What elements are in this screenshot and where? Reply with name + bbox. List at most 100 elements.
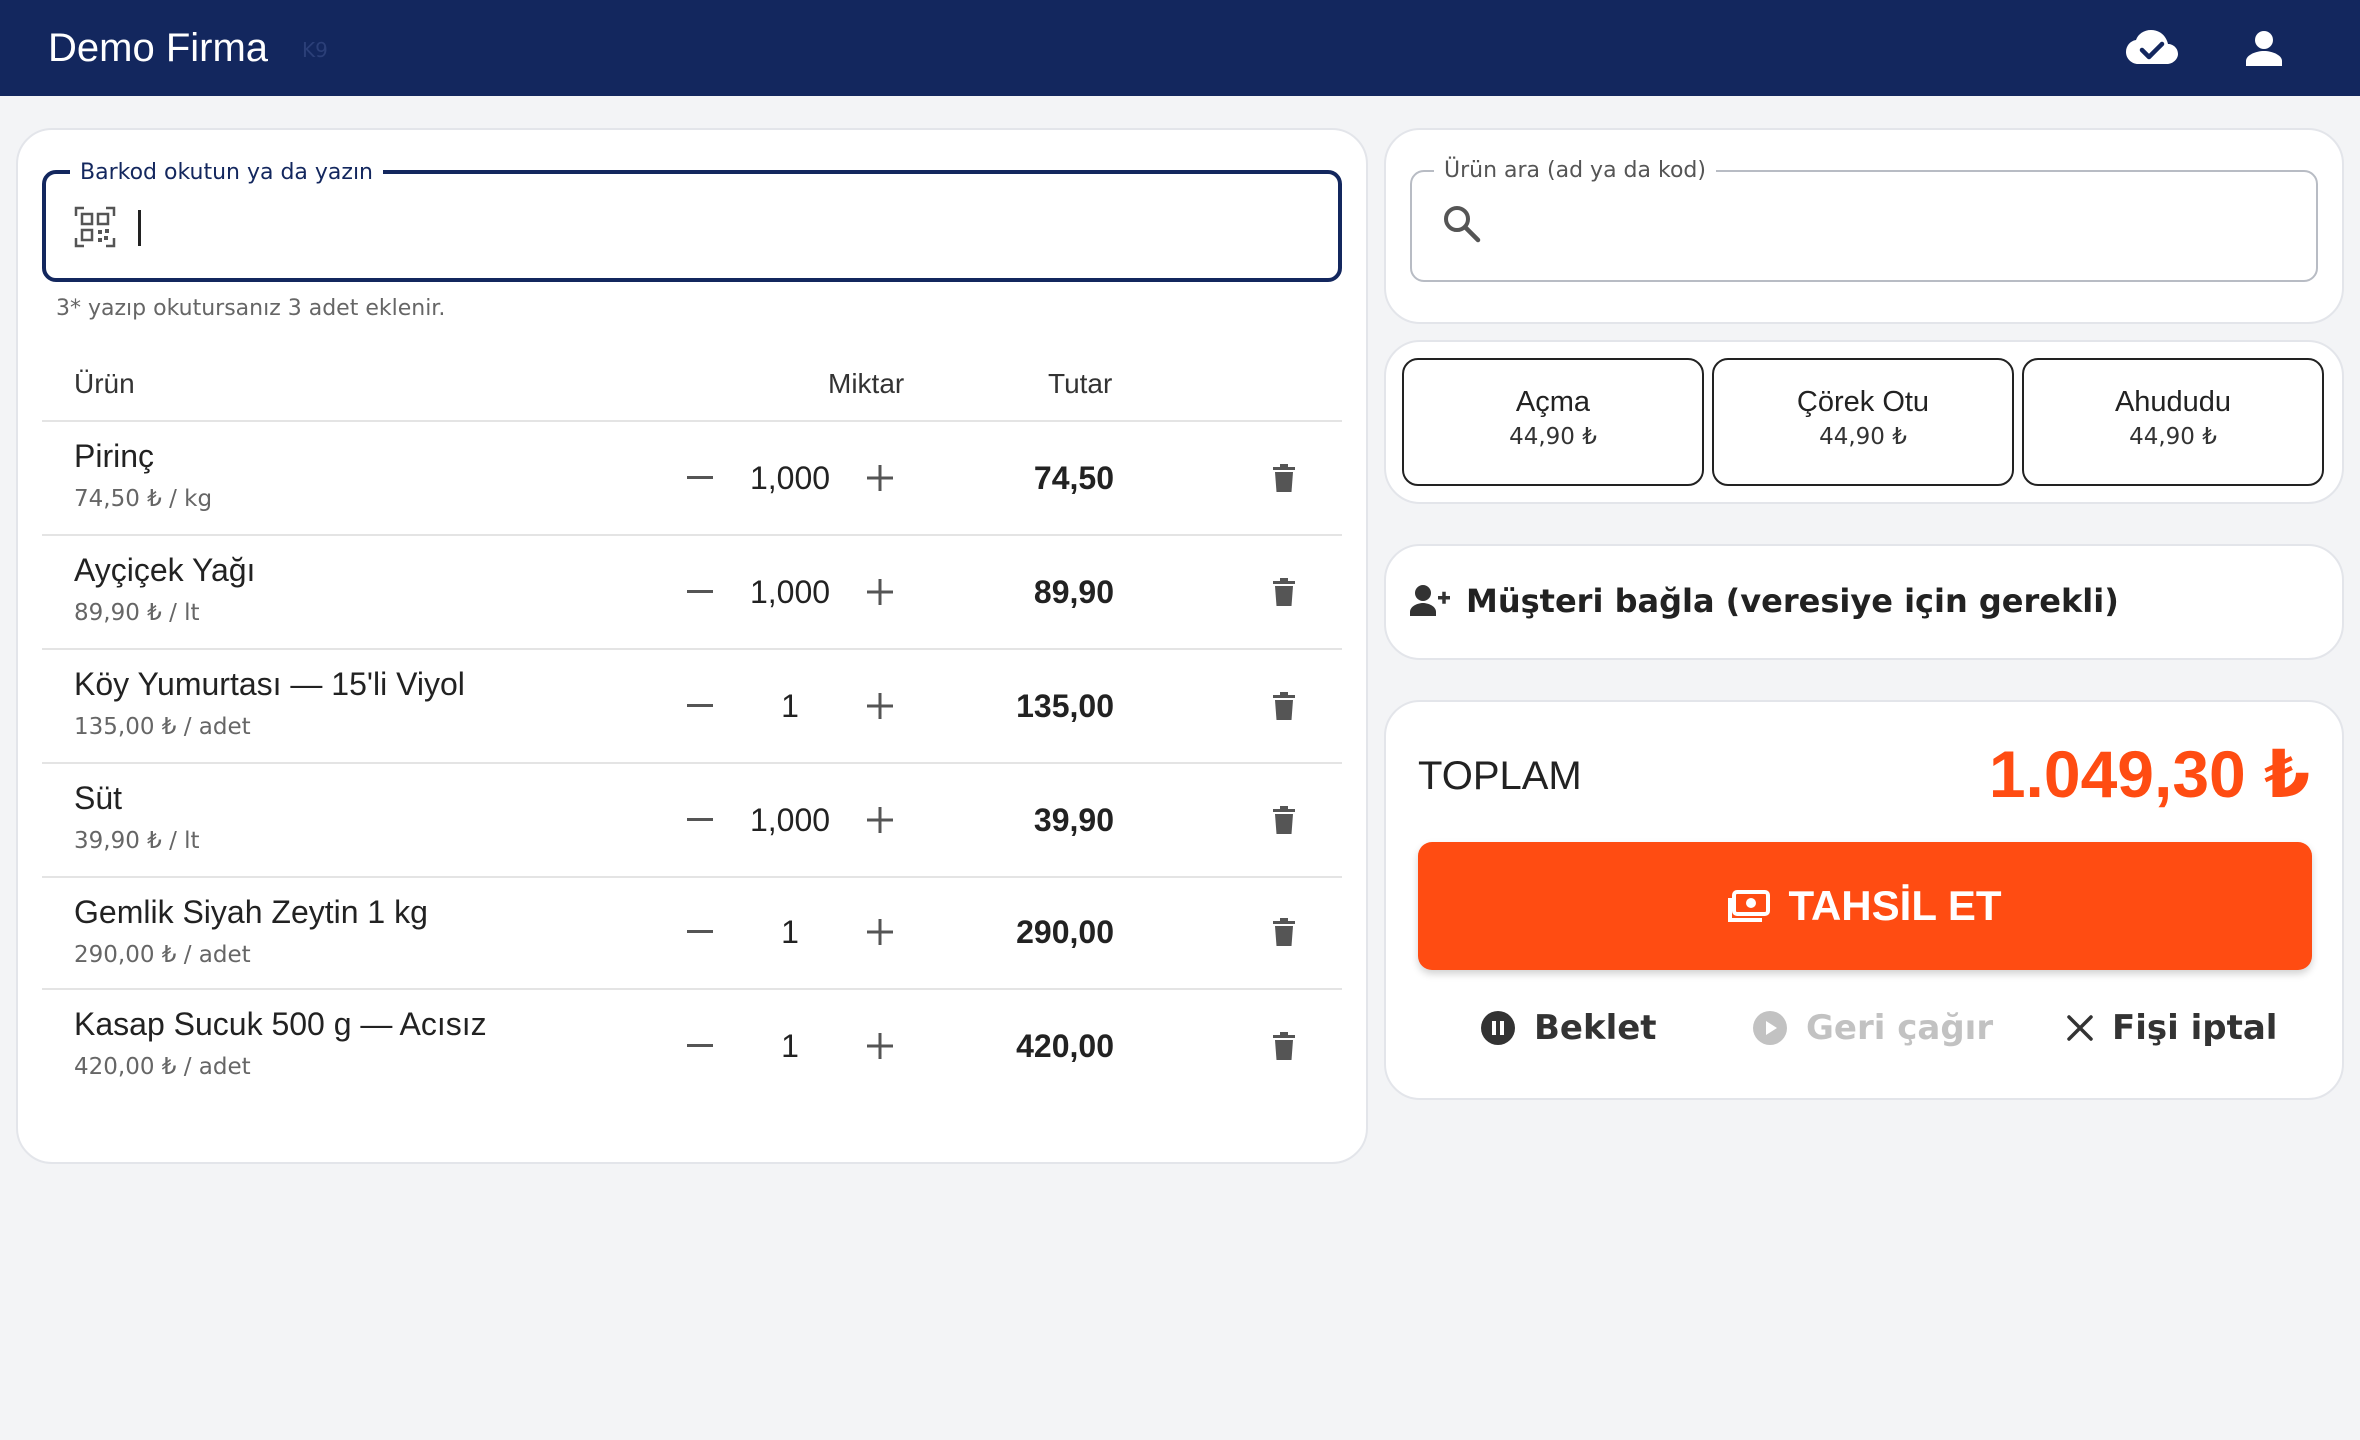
quick-item-name: Çörek Otu	[1796, 386, 1930, 418]
search-input-label: Ürün ara (ad ya da kod)	[1434, 158, 1716, 183]
quick-item-button[interactable]: Ahududu 44,90 ₺	[2022, 358, 2324, 486]
column-header-product: Ürün	[74, 368, 135, 399]
unit-price: 290,00 ₺ / adet	[74, 942, 251, 968]
plus-icon	[867, 807, 893, 833]
quantity-value: 1	[781, 1028, 799, 1064]
plus-icon	[867, 579, 893, 605]
divider	[42, 762, 1342, 764]
minus-icon	[687, 590, 713, 593]
plus-icon	[867, 693, 893, 719]
plus-icon	[867, 465, 893, 491]
trash-icon	[1273, 464, 1295, 492]
hold-label: Beklet	[1534, 1008, 1657, 1048]
quick-item-price: 44,90 ₺	[2129, 424, 2217, 450]
decrease-quantity-button[interactable]	[676, 682, 724, 730]
link-customer-label: Müşteri bağla (veresiye için gerekli)	[1466, 582, 2119, 620]
text-caret	[138, 210, 141, 246]
quick-item-name: Açma	[1515, 386, 1591, 418]
divider	[42, 420, 1342, 422]
divider	[42, 648, 1342, 650]
line-total: 135,00	[1016, 688, 1114, 724]
barcode-input-label: Barkod okutun ya da yazın	[70, 160, 384, 185]
total-label: TOPLAM	[1418, 754, 1582, 798]
decrease-quantity-button[interactable]	[676, 908, 724, 956]
recall-button[interactable]: Geri çağır	[1752, 1000, 1993, 1056]
product-name: Köy Yumurtası — 15'li Viyol	[74, 666, 465, 702]
delete-row-button[interactable]	[1260, 682, 1308, 730]
total-amount: 1.049,30 ₺	[1988, 737, 2310, 811]
quick-item-button[interactable]: Çörek Otu 44,90 ₺	[1712, 358, 2014, 486]
trash-icon	[1273, 692, 1295, 720]
cancel-receipt-button[interactable]: Fişi iptal	[2066, 1000, 2277, 1056]
pause-circle-icon	[1481, 1011, 1515, 1045]
increase-quantity-button[interactable]	[856, 454, 904, 502]
line-total: 420,00	[1016, 1028, 1114, 1064]
increase-quantity-button[interactable]	[856, 908, 904, 956]
quick-item-name: Ahududu	[2114, 386, 2232, 418]
line-total: 290,00	[1016, 914, 1114, 950]
increase-quantity-button[interactable]	[856, 568, 904, 616]
quick-item-button[interactable]: Açma 44,90 ₺	[1402, 358, 1704, 486]
plus-icon	[867, 919, 893, 945]
product-name: Kasap Sucuk 500 g — Acısız	[74, 1006, 487, 1042]
plus-icon	[867, 1033, 893, 1059]
cloud-done-icon	[2126, 30, 2178, 64]
recall-label: Geri çağır	[1806, 1008, 1994, 1048]
decrease-quantity-button[interactable]	[676, 1022, 724, 1070]
app-title: Demo Firma	[48, 26, 269, 70]
barcode-input[interactable]: Barkod okutun ya da yazın	[42, 160, 1342, 282]
column-header-amount: Tutar	[1048, 368, 1113, 399]
register-badge: K9	[302, 38, 328, 62]
quantity-value: 1	[781, 914, 799, 950]
quantity-value: 1,000	[749, 802, 831, 838]
increase-quantity-button[interactable]	[856, 1022, 904, 1070]
product-name: Süt	[74, 780, 123, 816]
product-name: Pirinç	[74, 438, 155, 474]
trash-icon	[1273, 806, 1295, 834]
decrease-quantity-button[interactable]	[676, 454, 724, 502]
hold-button[interactable]: Beklet	[1480, 1000, 1657, 1056]
quantity-value: 1,000	[749, 460, 831, 496]
column-header-quantity: Miktar	[828, 368, 905, 399]
minus-icon	[687, 818, 713, 821]
line-total: 89,90	[1033, 574, 1114, 610]
trash-icon	[1273, 918, 1295, 946]
delete-row-button[interactable]	[1260, 908, 1308, 956]
unit-price: 420,00 ₺ / adet	[74, 1054, 251, 1080]
trash-icon	[1273, 578, 1295, 606]
search-icon	[1444, 206, 1481, 243]
minus-icon	[687, 704, 713, 707]
decrease-quantity-button[interactable]	[676, 568, 724, 616]
minus-icon	[687, 476, 713, 479]
product-name: Gemlik Siyah Zeytin 1 kg	[74, 894, 428, 930]
unit-price: 135,00 ₺ / adet	[74, 714, 251, 740]
increase-quantity-button[interactable]	[856, 796, 904, 844]
collect-payment-button[interactable]: TAHSİL ET	[1418, 842, 2312, 970]
divider	[42, 534, 1342, 536]
delete-row-button[interactable]	[1260, 454, 1308, 502]
decrease-quantity-button[interactable]	[676, 796, 724, 844]
barcode-hint: 3* yazıp okutursanız 3 adet eklenir.	[56, 296, 446, 321]
delete-row-button[interactable]	[1260, 1022, 1308, 1070]
quantity-value: 1,000	[749, 574, 831, 610]
product-name: Ayçiçek Yağı	[74, 552, 256, 588]
cancel-receipt-label: Fişi iptal	[2112, 1008, 2278, 1048]
account-icon	[2246, 31, 2282, 66]
person-add-icon	[1410, 585, 1450, 616]
divider	[42, 988, 1342, 990]
minus-icon	[687, 1044, 713, 1047]
delete-row-button[interactable]	[1260, 568, 1308, 616]
payments-icon	[1728, 890, 1771, 922]
close-icon	[2067, 1015, 2093, 1041]
increase-quantity-button[interactable]	[856, 682, 904, 730]
minus-icon	[687, 930, 713, 933]
product-search-input[interactable]: Ürün ara (ad ya da kod)	[1410, 158, 2318, 282]
quantity-value: 1	[781, 688, 799, 724]
cloud-sync-button[interactable]	[2124, 24, 2180, 72]
unit-price: 39,90 ₺ / lt	[74, 828, 200, 854]
delete-row-button[interactable]	[1260, 796, 1308, 844]
quick-item-price: 44,90 ₺	[1509, 424, 1597, 450]
trash-icon	[1273, 1032, 1295, 1060]
account-button[interactable]	[2236, 24, 2292, 72]
qr-code-scanner-icon	[74, 206, 116, 248]
